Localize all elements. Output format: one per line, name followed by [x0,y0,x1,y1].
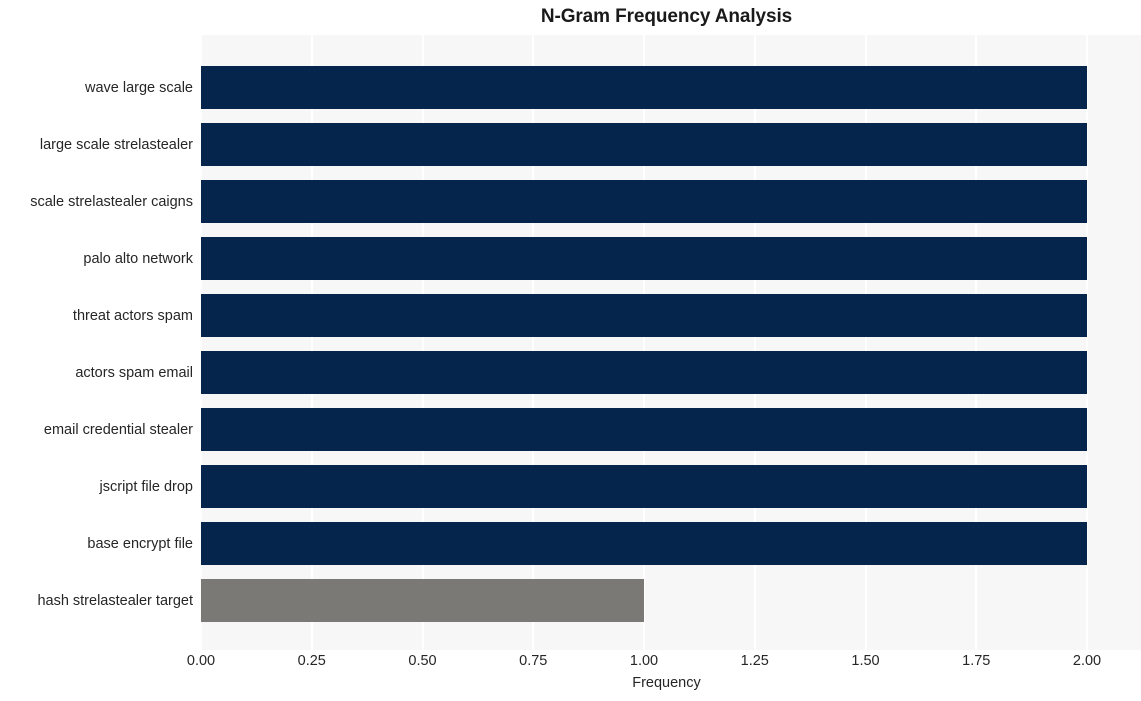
x-axis-tick-label: 1.75 [962,653,991,669]
chart-title: N-Gram Frequency Analysis [540,6,793,27]
plot-area [201,35,1141,650]
bar [201,237,1087,280]
bar [201,66,1087,109]
x-axis-tick-label: 0.25 [297,653,326,669]
x-axis-tick-label: 0.00 [186,653,216,669]
x-axis-tick-label: 0.50 [408,653,437,669]
x-axis-tick-labels: 0.00 0.25 0.50 0.75 1.00 1.25 1.50 1.75 2.00 [187,653,1141,675]
bar [201,465,1087,508]
x-axis-tick-label: 1.50 [851,653,880,669]
bar [201,294,1087,337]
bar [201,180,1087,223]
y-axis-tick-label: base encrypt file [87,535,193,552]
chart-figure: N-Gram Frequency Analysis wave large sca… [0,0,1141,701]
y-axis-tick-label: actors spam email [75,364,193,381]
bar [201,579,644,622]
x-axis-tick-label: 0.75 [519,653,548,669]
x-axis-tick-label: 2.00 [1072,653,1102,669]
bar [201,408,1087,451]
y-axis-tick-labels: wave large scale large scale strelasteale… [0,35,193,650]
y-axis-tick-label: email credential stealer [43,421,193,438]
bar [201,123,1087,166]
x-axis-tick-label: 1.25 [740,653,769,669]
bar [201,522,1087,565]
x-axis-tick-label: 1.00 [629,653,659,669]
bar [201,351,1087,394]
y-axis-tick-label: large scale strelastealer [39,136,193,153]
y-axis-tick-label: hash strelastealer target [37,592,193,609]
y-axis-tick-label: jscript file drop [99,478,193,495]
y-axis-tick-label: palo alto network [83,250,193,267]
y-axis-tick-label: wave large scale [85,79,193,96]
y-axis-tick-label: scale strelastealer caigns [30,193,193,210]
y-axis-tick-label: threat actors spam [72,307,193,324]
x-axis-title: Frequency [632,675,701,691]
